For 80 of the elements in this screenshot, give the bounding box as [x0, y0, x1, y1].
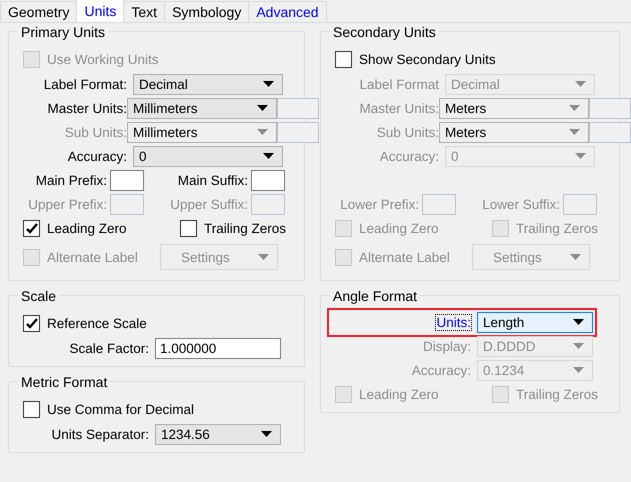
field-label: Master Units:	[46, 100, 127, 116]
field-label: Main Suffix:	[176, 172, 248, 188]
checkbox-label: Use Comma for Decimal	[47, 402, 194, 416]
dropdown[interactable]: Decimal	[133, 74, 283, 94]
input-field[interactable]	[589, 98, 631, 118]
group-title: Scale	[18, 288, 60, 304]
checkbox-label: Trailing Zeros	[516, 386, 598, 402]
field-label: Lower Prefix:	[339, 196, 419, 212]
group-title: Metric Format	[18, 374, 110, 390]
checkbox[interactable]	[23, 314, 40, 332]
field-label: Accuracy:	[378, 148, 439, 164]
check-icon	[26, 222, 38, 234]
caret-icon	[573, 343, 584, 349]
field-label: Main Prefix:	[34, 172, 107, 188]
dropdown[interactable]: Meters	[439, 98, 589, 118]
field-label: Upper Prefix:	[27, 196, 107, 212]
checkbox-label: Reference Scale	[47, 316, 147, 330]
input-field[interactable]	[110, 170, 144, 190]
caret-icon	[570, 254, 581, 260]
check-icon	[26, 318, 38, 328]
caret-icon	[569, 129, 580, 135]
caret-icon	[257, 129, 268, 135]
checkbox-label: Use Working Units	[47, 52, 159, 66]
input-field[interactable]	[277, 122, 319, 142]
group-title: Secondary Units	[330, 24, 439, 40]
field-label: Accuracy:	[66, 148, 127, 164]
dropdown[interactable]: Millimeters	[127, 122, 277, 142]
field-label: Display:	[422, 338, 471, 354]
input-field[interactable]	[589, 122, 631, 142]
caret-icon	[569, 105, 580, 111]
checkbox[interactable]	[180, 220, 197, 236]
caret-icon	[573, 367, 584, 373]
caret-icon	[258, 254, 269, 260]
field-label: Lower Suffix:	[481, 196, 560, 212]
field-label: Sub Units:	[376, 124, 439, 140]
caret-icon	[263, 153, 274, 159]
caret-icon	[575, 153, 586, 159]
field-label: Upper Suffix:	[169, 196, 248, 212]
tab[interactable]: Units	[76, 0, 124, 22]
tab[interactable]: Symbology	[164, 1, 250, 22]
checkbox-label: Trailing Zeros	[204, 220, 286, 236]
tab[interactable]: Geometry	[0, 1, 78, 22]
field-label: Master Units:	[358, 100, 439, 116]
caret-icon	[573, 319, 584, 325]
input-field[interactable]: 1.000000	[155, 338, 281, 358]
checkbox-label: Show Secondary Units	[359, 52, 496, 66]
input-field[interactable]	[251, 194, 285, 214]
tab[interactable]: Advanced	[248, 1, 327, 22]
checkbox-label: Alternate Label	[47, 250, 138, 264]
checkbox-label: Alternate Label	[359, 250, 450, 264]
caret-icon	[261, 431, 272, 437]
checkbox-label: Leading Zero	[47, 220, 127, 236]
field-label: Units:	[436, 314, 471, 330]
group-title: Primary Units	[18, 24, 108, 40]
input-field[interactable]	[422, 194, 456, 214]
input-field[interactable]	[251, 170, 285, 190]
field-label: Accuracy:	[410, 362, 471, 378]
field-label: Sub Units:	[64, 124, 127, 140]
dropdown[interactable]: Meters	[439, 122, 589, 142]
field-label: Units Separator:	[50, 426, 149, 442]
checkbox-label: Leading Zero	[359, 386, 439, 402]
dropdown[interactable]: 1234.56	[155, 424, 281, 444]
input-field[interactable]	[563, 194, 597, 214]
input-field[interactable]	[110, 194, 144, 214]
caret-icon	[263, 81, 274, 87]
checkbox[interactable]	[23, 400, 40, 418]
field-label: Scale Factor:	[68, 340, 149, 356]
checkbox[interactable]	[335, 50, 352, 68]
caret-icon	[575, 81, 586, 87]
field-label: Label Format:	[42, 76, 127, 92]
dropdown[interactable]: Millimeters	[127, 98, 277, 118]
dropdown[interactable]: 0	[133, 146, 283, 166]
checkbox[interactable]	[23, 220, 40, 236]
group-title: Angle Format	[330, 288, 420, 304]
caret-icon	[257, 105, 268, 111]
dropdown[interactable]: Length	[477, 312, 593, 332]
input-field[interactable]	[277, 98, 319, 118]
field-label: Label Format	[358, 76, 439, 92]
checkbox-label: Leading Zero	[359, 220, 439, 236]
checkbox-label: Trailing Zeros	[516, 220, 598, 236]
